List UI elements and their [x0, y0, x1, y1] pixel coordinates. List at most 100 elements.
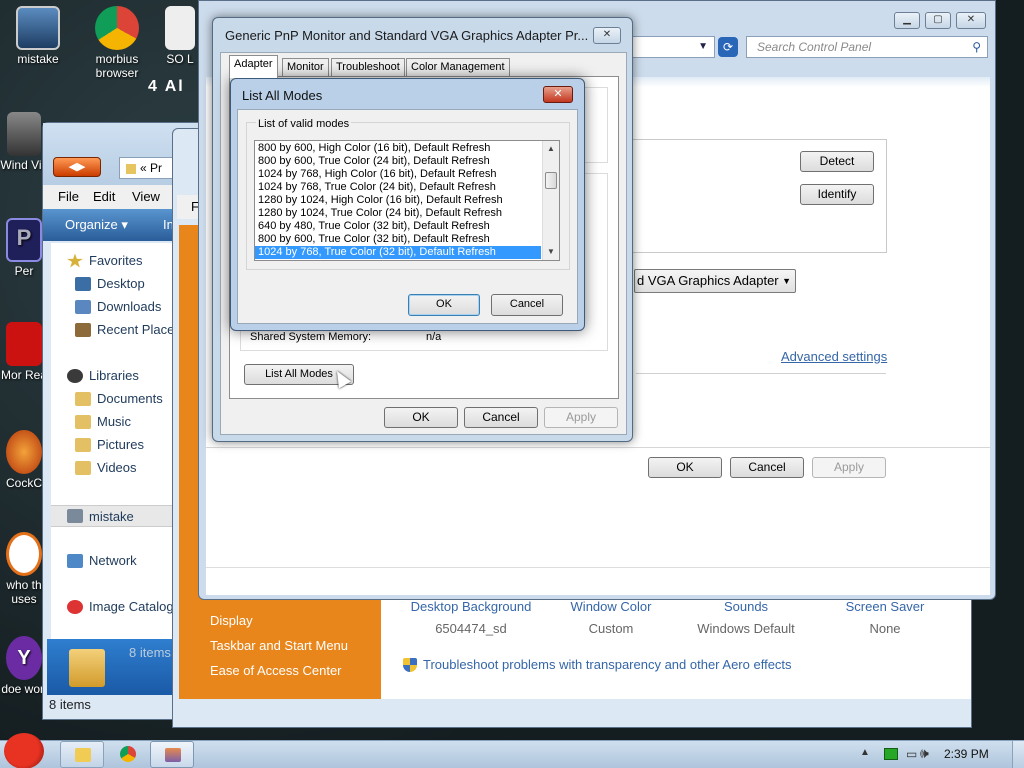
libraries-header[interactable]: Libraries	[67, 368, 139, 383]
nav-item-documents[interactable]: Documents	[75, 391, 163, 406]
desktop-icon-so-l[interactable]: SO L	[160, 6, 200, 66]
scroll-thumb[interactable]	[545, 172, 557, 189]
explorer-icon	[75, 748, 91, 762]
mode-list-item[interactable]: 800 by 600, High Color (16 bit), Default…	[255, 142, 541, 155]
scroll-up-icon[interactable]: ▲	[543, 141, 559, 157]
nav-item-downloads[interactable]: Downloads	[75, 299, 161, 314]
address-bar-dropdown[interactable]: ▼	[619, 36, 715, 58]
desktop-icon-label: morbius browser	[95, 52, 139, 80]
yahoo-icon: Y	[6, 636, 42, 680]
back-forward-buttons[interactable]: ◀▶	[53, 157, 101, 177]
show-desktop-button[interactable]	[1012, 741, 1024, 768]
list-modes-ok-button[interactable]: OK	[408, 294, 480, 316]
tray-show-hidden-icon[interactable]: ▲	[860, 747, 870, 758]
screen-saver-link[interactable]: Screen Saver	[825, 599, 945, 614]
mode-list-item[interactable]: 800 by 600, True Color (24 bit), Default…	[255, 155, 541, 168]
image-catalog-icon	[67, 599, 83, 614]
desktop-icon-mistake[interactable]: mistake	[3, 6, 73, 66]
taskbar: ▲ ▭ 🕪 2:39 PM	[0, 733, 1024, 768]
link-ease-of-access[interactable]: Ease of Access Center	[210, 663, 342, 678]
taskbar-explorer-button[interactable]	[60, 741, 104, 768]
desktop-icon-cockc[interactable]: CockC	[0, 430, 48, 490]
menu-view[interactable]: View	[132, 185, 160, 209]
menu-file[interactable]: File	[58, 185, 79, 209]
close-button[interactable]: ✕	[956, 12, 986, 29]
mode-list-item[interactable]: 800 by 600, True Color (32 bit), Default…	[255, 233, 541, 246]
clock[interactable]: 2:39 PM	[944, 747, 989, 761]
window-color-link[interactable]: Window Color	[551, 599, 671, 614]
nav-item-image-catalog[interactable]: Image Catalog	[67, 599, 174, 614]
nav-item-music[interactable]: Music	[75, 414, 131, 429]
desktop-icon-label: Per	[14, 264, 34, 278]
nav-item-network[interactable]: Network	[67, 553, 137, 568]
nav-item-pictures[interactable]: Pictures	[75, 437, 144, 452]
desktop-icon-label: doe worl	[1, 682, 47, 696]
downloads-icon	[75, 299, 91, 314]
desktop-icon-who-th-uses[interactable]: who th uses	[0, 532, 48, 606]
properties-cancel-button[interactable]: Cancel	[464, 407, 538, 428]
mode-list-item[interactable]: 1024 by 768, True Color (24 bit), Defaul…	[255, 181, 541, 194]
troubleshoot-aero-link[interactable]: Troubleshoot problems with transparency …	[403, 657, 792, 672]
tab-troubleshoot[interactable]: Troubleshoot	[331, 58, 405, 77]
tab-monitor[interactable]: Monitor	[282, 58, 329, 77]
mode-list-item[interactable]: 1024 by 768, High Color (16 bit), Defaul…	[255, 168, 541, 181]
search-input[interactable]: Search Control Panel ⚲	[746, 36, 988, 58]
properties-ok-button[interactable]: OK	[384, 407, 458, 428]
link-display[interactable]: Display	[210, 613, 253, 628]
properties-close-button[interactable]: ✕	[593, 27, 621, 44]
mode-list-item[interactable]: 1280 by 1024, High Color (16 bit), Defau…	[255, 194, 541, 207]
taskbar-control-panel-button[interactable]	[150, 741, 194, 768]
maximize-button[interactable]: ▢	[925, 12, 951, 29]
modes-group-label: List of valid modes	[256, 118, 352, 130]
taskbar-chrome-button[interactable]	[106, 741, 148, 768]
nav-item-recent-places[interactable]: Recent Place	[75, 322, 174, 337]
computer-icon	[16, 6, 60, 50]
videos-icon	[75, 460, 91, 475]
nav-item-videos[interactable]: Videos	[75, 460, 137, 475]
control-panel-icon	[165, 748, 181, 762]
desktop-icon-label: Mor Rea	[0, 368, 47, 382]
apply-button[interactable]: Apply	[812, 457, 886, 478]
desktop-icon-mor-rea[interactable]: Mor Rea	[0, 322, 48, 382]
properties-apply-button[interactable]: Apply	[544, 407, 618, 428]
list-modes-cancel-button[interactable]: Cancel	[491, 294, 563, 316]
identify-button[interactable]: Identify	[800, 184, 874, 205]
desktop-icon-per[interactable]: P Per	[0, 218, 48, 278]
list-modes-close-button[interactable]: ✕	[543, 86, 573, 103]
tray-volume-icon[interactable]: 🕪	[920, 745, 929, 762]
card-game-icon	[165, 6, 195, 50]
refresh-icon[interactable]: ⟳	[718, 37, 738, 57]
mode-list-item[interactable]: 1280 by 1024, True Color (24 bit), Defau…	[255, 207, 541, 220]
menu-edit[interactable]: Edit	[93, 185, 115, 209]
desktop-icon-label: SO L	[166, 52, 194, 66]
cancel-button[interactable]: Cancel	[730, 457, 804, 478]
desktop-icon-morbius-browser[interactable]: morbius browser	[82, 6, 152, 80]
chevron-down-icon: ▼	[782, 276, 791, 286]
mode-list-item[interactable]: 640 by 480, True Color (32 bit), Default…	[255, 220, 541, 233]
minimize-button[interactable]: ▁	[894, 12, 920, 29]
mode-list-item[interactable]: 1024 by 768, True Color (32 bit), Defaul…	[255, 246, 541, 259]
organize-button[interactable]: Organize ▾	[65, 209, 128, 241]
ok-button[interactable]: OK	[648, 457, 722, 478]
modes-listbox[interactable]: 800 by 600, High Color (16 bit), Default…	[254, 140, 560, 261]
desktop-icon-doe-worl[interactable]: Y doe worl	[0, 636, 48, 696]
display-select[interactable]: d VGA Graphics Adapter ▼	[634, 269, 796, 293]
tray-network-icon[interactable]	[884, 748, 898, 760]
link-taskbar-start-menu[interactable]: Taskbar and Start Menu	[210, 638, 348, 653]
desktop-background-link[interactable]: Desktop Background	[401, 599, 541, 614]
nav-item-desktop[interactable]: Desktop	[75, 276, 145, 291]
favorites-header[interactable]: Favorites	[67, 253, 142, 268]
sounds-link[interactable]: Sounds	[681, 599, 811, 614]
scroll-down-icon[interactable]: ▼	[543, 244, 559, 260]
bottom-panel	[206, 567, 990, 595]
tab-color-management[interactable]: Color Management	[406, 58, 510, 77]
modes-scrollbar[interactable]: ▲ ▼	[542, 141, 559, 260]
desktop-icon-wind-vis[interactable]: Wind Vis	[0, 112, 48, 172]
start-button-angry-bird-icon[interactable]	[4, 733, 44, 768]
tab-adapter[interactable]: Adapter	[229, 55, 278, 78]
tray-action-center-icon[interactable]: ▭	[906, 747, 917, 761]
personalization-content	[381, 599, 971, 699]
sounds-value: Windows Default	[697, 621, 795, 636]
advanced-settings-link[interactable]: Advanced settings	[781, 349, 887, 364]
detect-button[interactable]: Detect	[800, 151, 874, 172]
